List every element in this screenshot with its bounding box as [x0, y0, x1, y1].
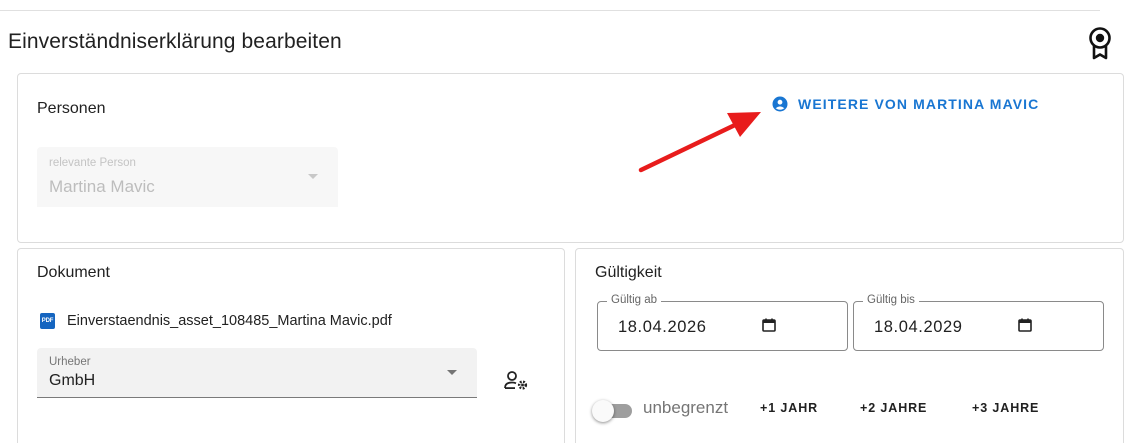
- gueltig-bis-label: Gültig bis: [863, 294, 919, 306]
- weitere-von-person-label: WEITERE VON MARTINA MAVIC: [798, 96, 1040, 112]
- personen-title: Personen: [37, 100, 106, 117]
- personen-card: Personen WEITERE VON MARTINA MAVIC relev…: [17, 73, 1124, 243]
- user-settings-icon[interactable]: [503, 369, 531, 393]
- urheber-label: Urheber: [49, 356, 91, 368]
- toggle-knob: [592, 400, 614, 422]
- unbegrenzt-label: unbegrenzt: [643, 398, 729, 417]
- gueltigkeit-title: Gültigkeit: [595, 264, 662, 281]
- gueltig-ab-label: Gültig ab: [607, 294, 662, 306]
- file-name: Einverstaendnis_asset_108485_Martina Mav…: [67, 313, 392, 329]
- weitere-von-person-button[interactable]: WEITERE VON MARTINA MAVIC: [772, 96, 1039, 112]
- calendar-icon[interactable]: [1018, 318, 1032, 332]
- dokument-card: Dokument PDF Einverstaendnis_asset_10848…: [17, 248, 565, 443]
- file-link[interactable]: PDF Einverstaendnis_asset_108485_Martina…: [40, 313, 392, 329]
- urheber-value: GmbH: [49, 372, 96, 389]
- unbegrenzt-toggle[interactable]: [590, 399, 636, 423]
- top-divider: [0, 10, 1100, 11]
- chevron-down-icon: [447, 370, 457, 375]
- chevron-down-icon: [308, 174, 318, 179]
- gueltig-bis-field[interactable]: Gültig bis 18.04.2029: [853, 294, 1104, 351]
- page-title: Einverständniserklärung bearbeiten: [8, 30, 342, 53]
- urheber-select[interactable]: Urheber GmbH: [37, 348, 477, 398]
- pdf-file-icon: PDF: [40, 313, 55, 329]
- gueltig-ab-field[interactable]: Gültig ab 18.04.2026: [597, 294, 848, 351]
- relevante-person-select[interactable]: relevante Person Martina Mavic: [37, 147, 338, 207]
- relevante-person-value: Martina Mavic: [49, 177, 155, 196]
- award-badge-icon: [1089, 27, 1111, 60]
- gueltig-ab-value: 18.04.2026: [618, 318, 707, 336]
- dokument-title: Dokument: [37, 264, 110, 281]
- plus-1-jahr-button[interactable]: +1 JAHR: [760, 401, 818, 415]
- plus-2-jahre-button[interactable]: +2 JAHRE: [860, 401, 927, 415]
- plus-3-jahre-button[interactable]: +3 JAHRE: [972, 401, 1039, 415]
- calendar-icon[interactable]: [762, 318, 776, 332]
- account-circle-icon: [772, 96, 788, 112]
- gueltig-bis-value: 18.04.2029: [874, 318, 963, 336]
- gueltigkeit-card: Gültigkeit Gültig ab 18.04.2026 Gültig b…: [575, 248, 1124, 443]
- relevante-person-label: relevante Person: [49, 157, 136, 169]
